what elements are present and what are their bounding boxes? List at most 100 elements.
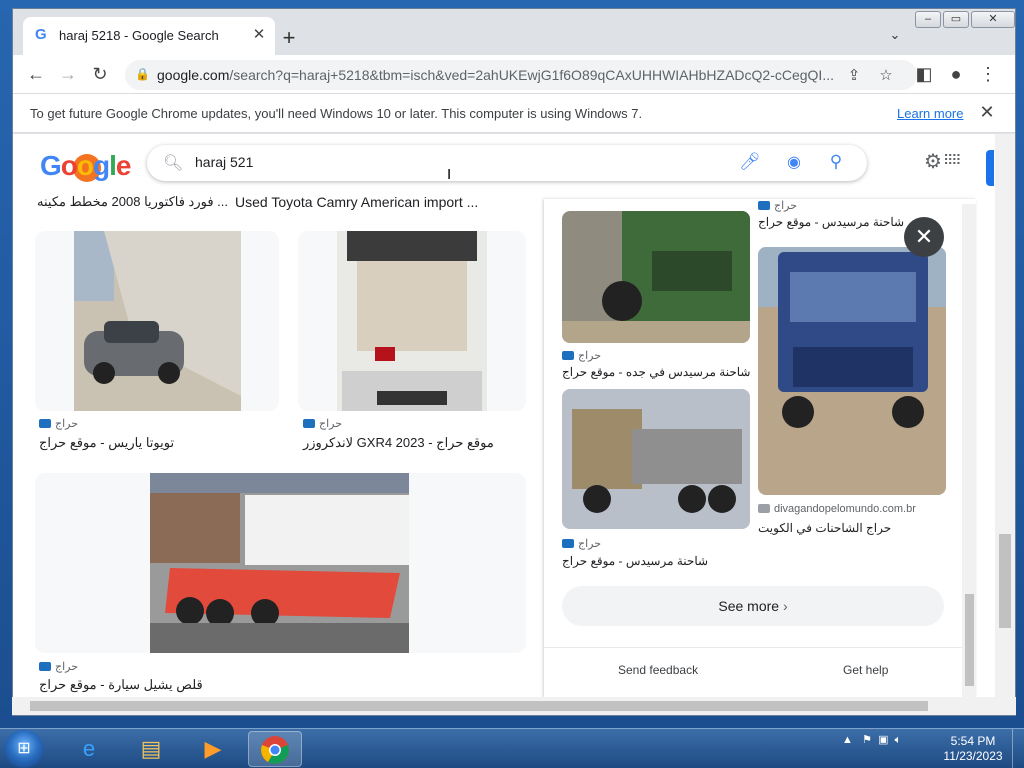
tab-title: haraj 5218 - Google Search xyxy=(59,28,219,43)
panel-source-2[interactable]: divagandopelomundo.com.br xyxy=(758,503,916,515)
file-explorer-icon[interactable]: ▤ xyxy=(124,731,178,767)
green-truck-photo xyxy=(562,211,750,343)
start-button[interactable]: ⊞ xyxy=(4,730,44,768)
result-thumbnail-1[interactable] xyxy=(35,231,279,411)
panel-vertical-scrollbar[interactable] xyxy=(962,204,976,698)
see-more-button[interactable]: See more › xyxy=(562,586,944,626)
source-label: حراج xyxy=(578,350,602,362)
infobar-message: To get future Google Chrome updates, you… xyxy=(30,106,643,121)
panel-close-button[interactable]: ✕ xyxy=(904,217,944,257)
result-thumbnail-2[interactable] xyxy=(298,231,526,411)
google-lens-icon[interactable]: ◉ xyxy=(783,152,805,174)
network-icon[interactable]: ▣ xyxy=(878,734,888,746)
new-tab-button[interactable]: + xyxy=(275,25,303,53)
windows-taskbar: ⊞ e ▤ ▶ ▲ ⚑ ▣ 🔈︎ 5:54 PM 11/23/2023 xyxy=(0,728,1024,768)
result-source-2[interactable]: حراج xyxy=(303,417,342,430)
page-scroll-thumb[interactable] xyxy=(999,534,1011,628)
haraj-favicon-icon xyxy=(39,419,51,428)
panel-source-1[interactable]: حراج xyxy=(562,349,601,362)
horizontal-scroll-thumb[interactable] xyxy=(30,701,928,711)
active-tab[interactable]: G haraj 5218 - Google Search ✕ xyxy=(23,17,275,55)
haraj-favicon-icon xyxy=(562,351,574,360)
reload-icon[interactable]: ↻ xyxy=(87,61,113,87)
related-images-panel: حراج شاحنة مرسيدس في جده - موقع حراج حرا… xyxy=(544,199,976,698)
forward-arrow-icon[interactable]: → xyxy=(55,61,81,87)
panel-caption-2[interactable]: حراج الشاحنات في الكويت xyxy=(758,521,891,535)
panel-scroll-thumb[interactable] xyxy=(965,594,974,686)
panel-thumbnail-1[interactable] xyxy=(562,211,750,343)
address-bar[interactable]: 🔒 google.com/search?q=haraj+5218&tbm=isc… xyxy=(125,60,917,90)
minimize-button[interactable]: – xyxy=(915,11,941,28)
haraj-favicon-icon xyxy=(39,662,51,671)
panel-top-caption[interactable]: شاحنة مرسيدس - موقع حراج xyxy=(758,215,904,229)
close-tab-icon[interactable]: ✕ xyxy=(249,25,269,45)
search-input[interactable]: haraj 521 xyxy=(195,154,253,170)
google-logo[interactable]: Google xyxy=(40,150,131,182)
profile-avatar-icon[interactable]: ● xyxy=(943,61,969,87)
show-desktop-button[interactable] xyxy=(1012,729,1024,768)
microphone-icon[interactable]: 🎤︎ xyxy=(739,152,761,174)
result-caption-3[interactable]: قلص يشيل سيارة - موقع حراج xyxy=(39,677,203,693)
settings-gear-icon[interactable]: ⚙ xyxy=(921,150,945,174)
internet-explorer-icon[interactable]: e xyxy=(62,731,116,767)
result-thumbnail-3[interactable] xyxy=(35,473,526,653)
trailer-photo xyxy=(150,473,409,653)
google-apps-grid-icon[interactable]: ⠿⠿ xyxy=(943,152,963,172)
result-caption-1[interactable]: تويوتا ياريس - موقع حراج xyxy=(39,435,174,451)
send-feedback-link[interactable]: Send feedback xyxy=(618,663,698,677)
page-vertical-scrollbar[interactable] xyxy=(995,134,1015,698)
google-header: Google 🔍︎ haraj 521 🎤︎ ◉ ⚲ I ⚙ ⠿⠿ xyxy=(13,134,999,194)
source-label: حراج xyxy=(578,538,602,550)
panel-footer: Send feedback Get help xyxy=(544,647,976,698)
url-text[interactable]: google.com/search?q=haraj+5218&tbm=isch&… xyxy=(157,67,837,83)
blue-truck-photo xyxy=(758,247,946,495)
panel-caption-1[interactable]: شاحنة مرسيدس في جده - موقع حراج xyxy=(562,365,750,379)
action-center-flag-icon[interactable]: ⚑ xyxy=(862,734,872,746)
result-caption-2[interactable]: لاندكروزر GXR4 2023 - موقع حراج xyxy=(303,435,494,451)
url-host: google.com xyxy=(157,67,230,83)
top-caption-left[interactable]: فورد فاكتوريا 2008 مخطط مكينه ... xyxy=(37,194,228,210)
infobar-close-icon[interactable]: ✕ xyxy=(977,102,997,122)
tab-search-chevron-icon[interactable]: ⌄ xyxy=(885,27,905,47)
panel-top-source[interactable]: حراج xyxy=(758,199,797,212)
panel-thumbnail-2[interactable] xyxy=(758,247,946,495)
dump-truck-photo xyxy=(562,389,750,529)
update-infobar: To get future Google Chrome updates, you… xyxy=(13,93,1015,133)
taskbar-clock[interactable]: 5:54 PM 11/23/2023 xyxy=(940,734,1006,764)
top-caption-right[interactable]: Used Toyota Camry American import ... xyxy=(235,194,478,210)
side-panel-icon[interactable]: ◧ xyxy=(911,61,937,87)
source-label: حراج xyxy=(774,200,798,212)
lock-icon[interactable]: 🔒 xyxy=(135,67,150,83)
share-icon[interactable]: ⇪ xyxy=(843,65,865,87)
search-submit-icon[interactable]: ⚲ xyxy=(825,152,847,174)
close-window-button[interactable]: ✕ xyxy=(971,11,1015,28)
chrome-taskbar-icon[interactable] xyxy=(248,731,302,767)
media-player-icon[interactable]: ▶ xyxy=(186,731,240,767)
bookmark-star-icon[interactable]: ☆ xyxy=(875,65,897,87)
see-more-label: See more xyxy=(718,598,780,614)
car-photo xyxy=(74,231,241,411)
horizontal-scrollbar[interactable] xyxy=(12,697,1016,715)
panel-thumbnail-3[interactable] xyxy=(562,389,750,529)
google-images-page: Google 🔍︎ haraj 521 🎤︎ ◉ ⚲ I ⚙ ⠿⠿ فورد ف… xyxy=(13,134,1015,698)
volume-muted-icon[interactable]: 🔈︎ xyxy=(895,734,902,746)
source-label: divagandopelomundo.com.br xyxy=(774,503,916,515)
browser-toolbar: ← → ↻ 🔒 google.com/search?q=haraj+5218&t… xyxy=(13,55,1015,93)
back-arrow-icon[interactable]: ← xyxy=(23,61,49,87)
get-help-link[interactable]: Get help xyxy=(843,663,888,677)
maximize-button[interactable]: ▭ xyxy=(943,11,969,28)
learn-more-link[interactable]: Learn more xyxy=(897,106,963,121)
tray-expand-icon[interactable]: ▲ xyxy=(842,734,853,746)
search-icon: 🔍︎ xyxy=(163,155,184,172)
panel-caption-3[interactable]: شاحنة مرسيدس - موقع حراج xyxy=(562,554,708,568)
result-source-1[interactable]: حراج xyxy=(39,417,78,430)
haraj-favicon-icon xyxy=(758,201,770,210)
menu-kebab-icon[interactable]: ⋮ xyxy=(975,61,1001,87)
account-button[interactable] xyxy=(986,150,994,186)
chevron-right-icon: › xyxy=(782,598,788,614)
system-tray: ▲ ⚑ ▣ 🔈︎ xyxy=(842,733,901,747)
panel-source-3[interactable]: حراج xyxy=(562,537,601,550)
search-box[interactable]: 🔍︎ haraj 521 🎤︎ ◉ ⚲ xyxy=(147,145,867,181)
result-source-3[interactable]: حراج xyxy=(39,660,78,673)
google-favicon-icon: G xyxy=(35,26,47,43)
